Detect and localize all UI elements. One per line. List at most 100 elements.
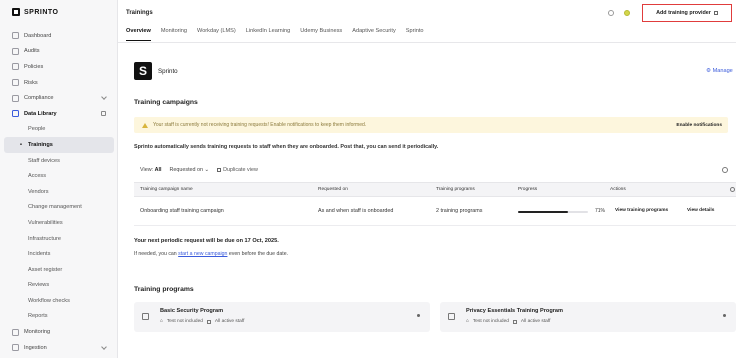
header-divider — [118, 42, 736, 43]
start-new-campaign-link[interactable]: start a new campaign — [178, 251, 227, 257]
program-card[interactable]: Privacy Essentials Training Program ⌂ Te… — [440, 302, 736, 332]
sidebar-item-policies[interactable]: Policies — [0, 59, 118, 75]
sidebar-item-label: Risks — [24, 79, 38, 86]
notification-warning-banner: Your staff is currently not receiving tr… — [134, 117, 728, 133]
sidebar-item-label: Policies — [24, 63, 44, 70]
program-audience: All active staff — [520, 319, 551, 324]
tab-udemy-business[interactable]: Udemy Business — [300, 28, 342, 41]
col-requested-on[interactable]: Requested on — [318, 187, 348, 192]
sidebar-item-reports[interactable]: Reports — [0, 309, 118, 325]
col-progress[interactable]: Progress — [518, 187, 537, 192]
test-icon: ⌂ — [466, 319, 469, 324]
periodic-pre: If needed, you can — [134, 251, 177, 257]
sidebar-item-data-library[interactable]: Data Library — [0, 106, 118, 122]
manage-link[interactable]: ⚙ Manage — [706, 68, 733, 74]
sidebar-item-label: Access — [28, 173, 47, 180]
sidebar-item-incidents[interactable]: Incidents — [0, 246, 118, 262]
program-audience: All active staff — [214, 319, 245, 324]
view-value: All — [154, 167, 162, 173]
sidebar-item-monitoring[interactable]: Monitoring — [0, 324, 118, 340]
sidebar-item-label: Workflow checks — [28, 297, 70, 304]
provider-name: Sprinto — [158, 67, 178, 75]
view-label: View: — [140, 167, 154, 173]
help-icon[interactable] — [608, 10, 614, 16]
col-campaign-name[interactable]: Training campaign name — [140, 187, 193, 192]
more-icon[interactable] — [723, 314, 726, 317]
sidebar-item-dashboard[interactable]: Dashboard — [0, 28, 118, 44]
campaign-progress-label: 71% — [595, 208, 606, 214]
column-settings-icon[interactable] — [730, 187, 735, 192]
sidebar-item-access[interactable]: Access — [0, 168, 118, 184]
tab-sprinto[interactable]: Sprinto — [406, 28, 424, 41]
sidebar-item-ingestion[interactable]: Ingestion — [0, 340, 118, 356]
warning-icon — [142, 122, 148, 128]
search-icon[interactable] — [722, 167, 728, 173]
sidebar-item-asset-register[interactable]: Asset register — [0, 262, 118, 278]
sidebar-item-vulnerabilities[interactable]: Vulnerabilities — [0, 215, 118, 231]
program-meta: ⌂ Test not included All active staff — [160, 319, 244, 324]
program-name: Privacy Essentials Training Program — [466, 308, 563, 314]
sidebar-item-label: Vendors — [28, 188, 49, 195]
campaign-programs: 2 training programs — [436, 208, 483, 214]
pin-icon[interactable] — [101, 110, 106, 116]
sidebar-item-people[interactable]: People — [0, 122, 118, 138]
program-name: Basic Security Program — [160, 308, 224, 314]
view-training-programs-button[interactable]: View training programs — [615, 208, 668, 213]
data-library-icon — [12, 110, 19, 118]
sidebar-item-label: Trainings — [28, 141, 53, 148]
sidebar-item-audits[interactable]: Audits — [0, 44, 118, 60]
tab-adaptive-security[interactable]: Adaptive Security — [352, 28, 396, 41]
test-icon: ⌂ — [160, 319, 163, 324]
requested-on-filter[interactable]: Requested on ⌄ — [169, 167, 209, 173]
add-training-provider-button[interactable]: Add training provider — [642, 4, 732, 22]
brand-name: SPRINTO — [24, 8, 59, 16]
sidebar-item-label: Staff devices — [28, 157, 60, 164]
sidebar-item-label: Reviews — [28, 282, 50, 289]
sprinto-provider-logo-icon: S — [134, 62, 152, 80]
sidebar-item-risks[interactable]: Risks — [0, 75, 118, 91]
requested-on-label: Requested on — [169, 167, 204, 173]
view-details-button[interactable]: View details — [687, 208, 714, 213]
tab-linkedin-learning[interactable]: LinkedIn Learning — [246, 28, 290, 41]
more-icon[interactable] — [417, 314, 420, 317]
duplicate-icon — [217, 168, 222, 172]
chat-icon — [448, 313, 455, 320]
sidebar-item-vendors[interactable]: Vendors — [0, 184, 118, 200]
program-meta: ⌂ Test not included All active staff — [466, 319, 550, 324]
program-card[interactable]: Basic Security Program ⌂ Test not includ… — [134, 302, 430, 332]
sidebar-item-infrastructure[interactable]: Infrastructure — [0, 231, 118, 247]
duplicate-label: Duplicate view — [223, 167, 258, 173]
sidebar-item-compliance[interactable]: Compliance — [0, 90, 118, 106]
auto-send-info: Sprinto automatically sends training req… — [134, 144, 439, 150]
page-title: Trainings — [126, 10, 153, 16]
warning-text: Your staff is currently not receiving tr… — [153, 122, 367, 128]
sidebar-item-reviews[interactable]: Reviews — [0, 278, 118, 294]
view-filter[interactable]: View: All — [140, 167, 161, 173]
sidebar-item-workflow-checks[interactable]: Workflow checks — [0, 293, 118, 309]
campaign-progress-bar — [518, 211, 588, 213]
compliance-icon — [12, 94, 19, 102]
staff-icon — [512, 319, 517, 324]
chevron-down-icon — [101, 94, 107, 101]
sidebar: SPRINTO Dashboard Audits Policies Risks Comp… — [0, 0, 118, 358]
campaign-requested-on: As and when staff is onboarded — [318, 208, 394, 214]
tab-monitoring[interactable]: Monitoring — [161, 28, 187, 41]
tab-workday-lms[interactable]: Workday (LMS) — [197, 28, 236, 41]
col-training-programs[interactable]: Training programs — [436, 187, 475, 192]
tab-overview[interactable]: Overview — [126, 28, 151, 41]
next-periodic-request: Your next periodic request will be due o… — [134, 238, 279, 244]
enable-notifications-button[interactable]: Enable notifications — [676, 123, 722, 128]
table-row[interactable]: Onboarding staff training campaign As an… — [134, 198, 736, 226]
sidebar-item-staff-devices[interactable]: Staff devices — [0, 153, 118, 169]
sidebar-item-label: Incidents — [28, 251, 51, 258]
program-test: Test not included — [472, 319, 509, 324]
sidebar-item-change-management[interactable]: Change management — [0, 200, 118, 216]
status-dot-icon[interactable] — [624, 10, 630, 16]
sidebar-item-label: Ingestion — [24, 344, 47, 351]
brand-logo[interactable]: SPRINTO — [12, 8, 59, 16]
periodic-hint: If needed, you can start a new campaign … — [134, 251, 288, 257]
duplicate-view-button[interactable]: Duplicate view — [217, 167, 258, 173]
sidebar-item-label: Change management — [28, 204, 82, 211]
sidebar-item-trainings[interactable]: Trainings — [4, 137, 114, 153]
sidebar-item-label: Vulnerabilities — [28, 219, 63, 226]
